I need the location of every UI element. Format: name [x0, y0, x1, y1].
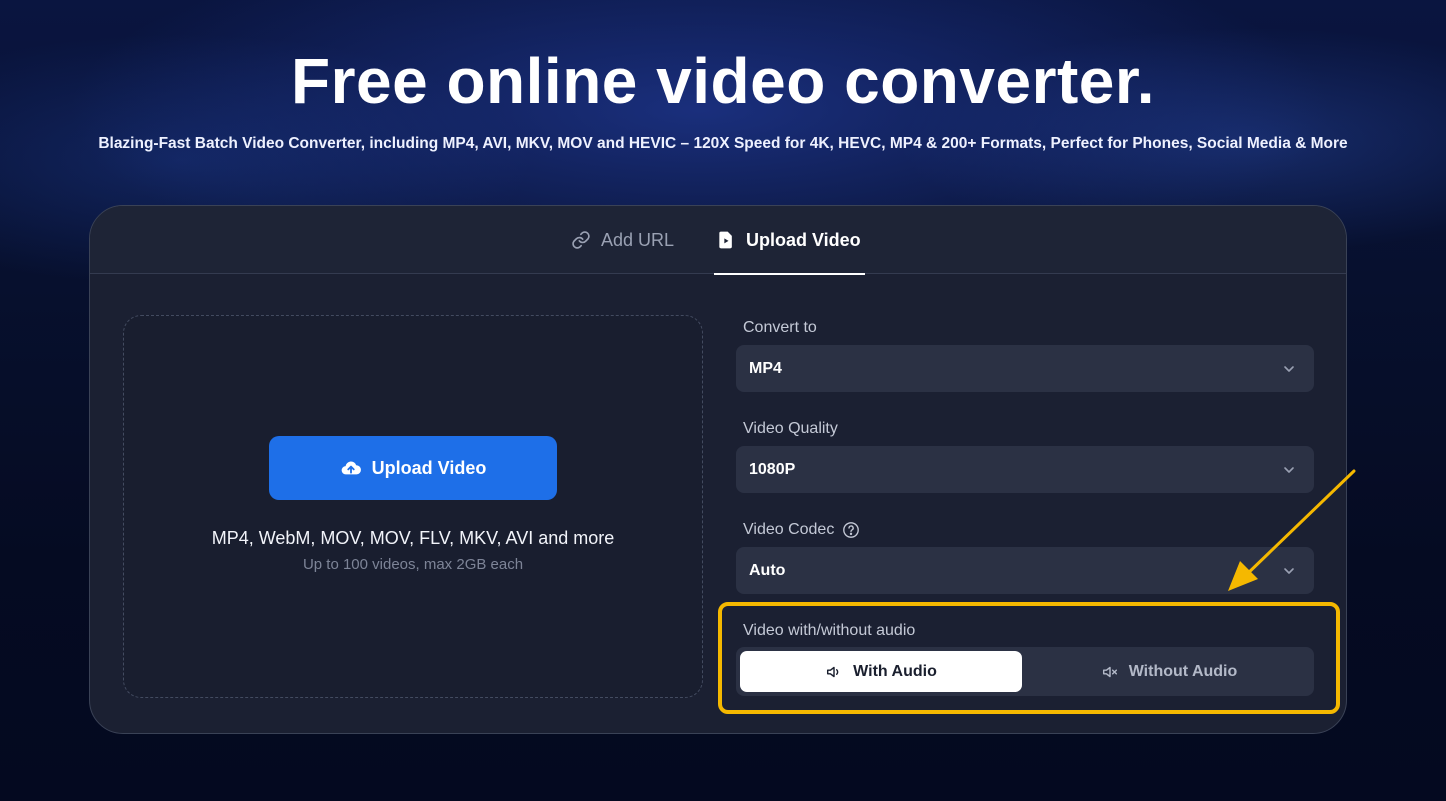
video-quality-value: 1080P	[749, 460, 796, 478]
upload-dropzone[interactable]: Upload Video MP4, WebM, MOV, MOV, FLV, M…	[123, 315, 703, 698]
chevron-down-icon	[1284, 366, 1294, 372]
video-quality-label: Video Quality	[743, 420, 838, 437]
video-quality-select[interactable]: 1080P	[736, 446, 1314, 493]
video-codec-label: Video Codec	[743, 521, 835, 538]
upload-limits: Up to 100 videos, max 2GB each	[302, 556, 524, 573]
convert-to-value: MP4	[749, 359, 782, 377]
speaker-icon	[827, 666, 839, 677]
help-icon[interactable]	[842, 521, 860, 539]
cloud-upload-icon	[341, 461, 361, 475]
video-codec-value: Auto	[749, 561, 786, 579]
video-codec-select[interactable]: Auto	[736, 547, 1314, 594]
speaker-muted-icon	[1102, 666, 1117, 677]
page-subtitle: Blazing-Fast Batch Video Converter, incl…	[98, 135, 1348, 152]
video-codec-label-row: Video Codec	[743, 521, 860, 539]
link-icon	[572, 231, 590, 249]
tab-add-url[interactable]: Add URL	[571, 206, 674, 274]
tab-label: Add URL	[601, 229, 675, 250]
tab-label: Upload Video	[746, 229, 861, 250]
with-audio-label: With Audio	[853, 662, 937, 680]
converter-card: Add URL Upload Video Upload Video MP4, W…	[89, 205, 1347, 734]
chevron-down-icon	[1284, 467, 1294, 473]
page-title: Free online video converter.	[290, 45, 1156, 117]
convert-to-select[interactable]: MP4	[736, 345, 1314, 392]
audio-toggle: With Audio Without Audio	[736, 647, 1314, 696]
without-audio-label: Without Audio	[1128, 662, 1238, 680]
tab-upload-video[interactable]: Upload Video	[714, 206, 865, 275]
convert-to-label: Convert to	[743, 319, 817, 336]
supported-formats: MP4, WebM, MOV, MOV, FLV, MKV, AVI and m…	[211, 528, 615, 548]
audio-mode-label: Video with/without audio	[743, 622, 916, 639]
upload-button-label: Upload Video	[371, 457, 487, 478]
tab-bar: Add URL Upload Video	[90, 206, 1346, 275]
without-audio-option[interactable]: Without Audio	[1028, 651, 1310, 692]
upload-video-button[interactable]: Upload Video	[269, 436, 557, 500]
chevron-down-icon	[1284, 568, 1294, 574]
with-audio-option[interactable]: With Audio	[740, 651, 1022, 692]
file-icon	[719, 231, 732, 249]
